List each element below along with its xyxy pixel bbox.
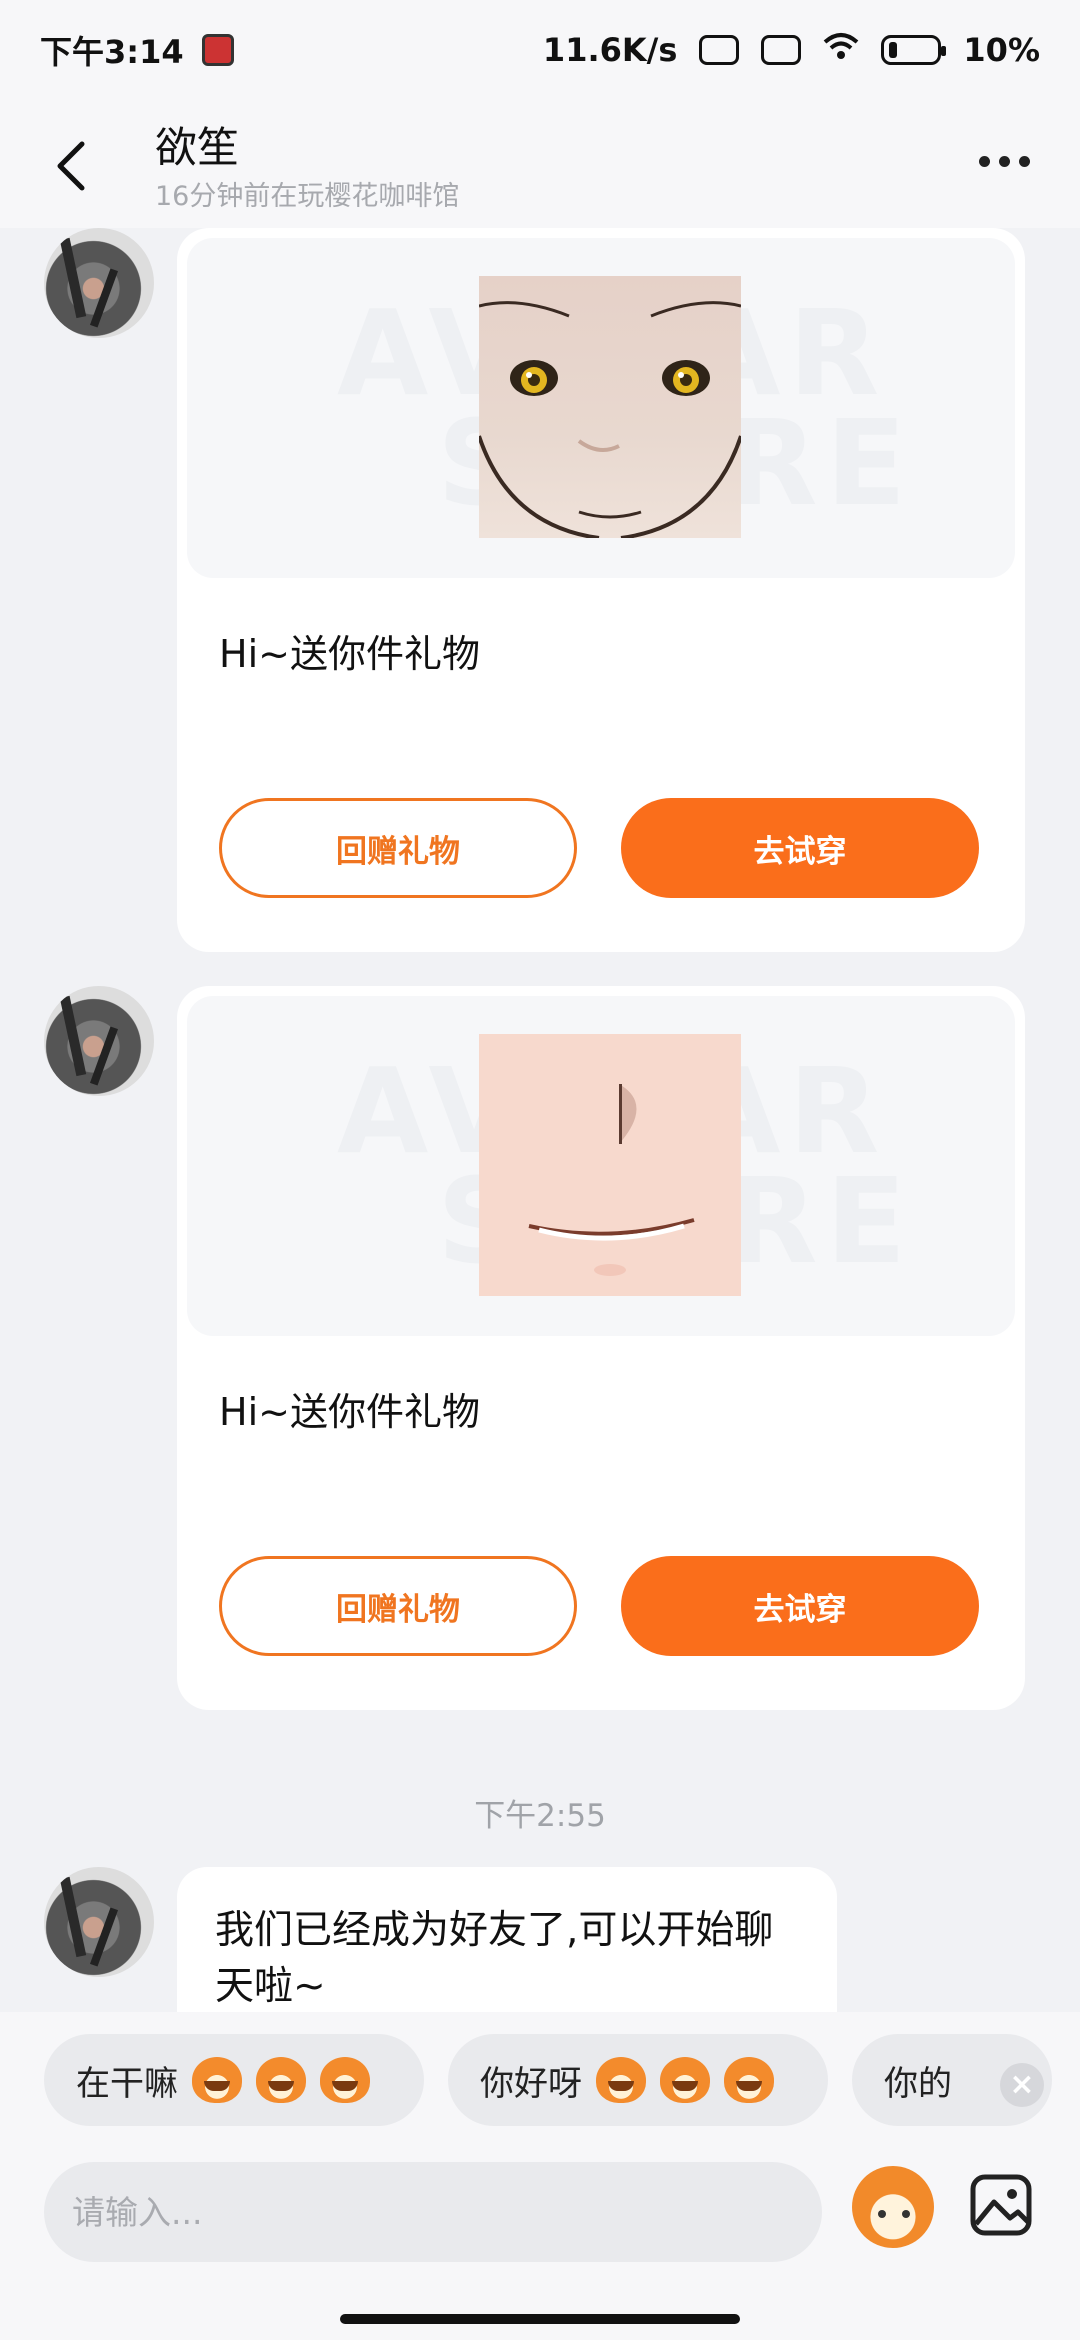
more-options-button[interactable] — [979, 156, 1030, 167]
input-bar — [0, 2152, 1080, 2340]
quick-reply-label: 你好呀 — [480, 2063, 582, 2104]
emoji-mascot-button[interactable] — [852, 2166, 934, 2248]
app-notification-icon — [201, 34, 234, 66]
close-quick-replies-button[interactable]: × — [1000, 2063, 1044, 2107]
try-on-button[interactable]: 去试穿 — [621, 798, 979, 898]
quick-reply-chip[interactable]: 在干嘛 — [44, 2034, 424, 2126]
image-icon — [970, 2174, 1032, 2236]
gift-message: Hi~送你件礼物 — [219, 632, 480, 676]
chevron-left-icon — [57, 141, 85, 191]
text-message-bubble: 我们已经成为好友了,可以开始聊天啦~ — [177, 1867, 837, 2017]
avatar[interactable] — [44, 228, 154, 338]
emoji-icon — [256, 2057, 306, 2103]
battery-icon — [881, 35, 947, 65]
quick-reply-chip[interactable]: 你好呀 — [448, 2034, 828, 2126]
status-time: 下午3:14 — [40, 33, 184, 71]
try-on-button[interactable]: 去试穿 — [621, 1556, 979, 1656]
avatar[interactable] — [44, 1867, 154, 1977]
avatar[interactable] — [44, 986, 154, 1096]
quick-reply-bar: 在干嘛 你好呀 你的 × — [0, 2012, 1080, 2152]
message-input[interactable] — [44, 2162, 822, 2262]
emoji-icon — [596, 2057, 646, 2103]
home-indicator[interactable] — [340, 2314, 740, 2324]
image-picker-button[interactable] — [968, 2172, 1034, 2238]
emoji-icon — [320, 2057, 370, 2103]
emoji-icon — [192, 2057, 242, 2103]
emoji-icon — [660, 2057, 710, 2103]
battery-level: 10% — [963, 31, 1040, 69]
close-icon: × — [1009, 2067, 1035, 2102]
network-speed: 11.6K/s — [542, 31, 678, 69]
quick-reply-label: 你的 — [884, 2063, 952, 2104]
vibrate-icon — [699, 35, 740, 65]
gift-item-image — [477, 276, 743, 540]
quick-reply-label: 在干嘛 — [76, 2063, 178, 2104]
return-gift-button[interactable]: 回赠礼物 — [219, 1556, 577, 1656]
gift-message: Hi~送你件礼物 — [219, 1390, 480, 1434]
gift-image-area[interactable]: AVATARSTORE — [187, 996, 1015, 1336]
status-bar: 下午3:14 11.6K/s 10% — [0, 0, 1080, 100]
chat-header: 欲笙 16分钟前在玩樱花咖啡馆 — [0, 100, 1080, 228]
message-timestamp: 下午2:55 — [474, 1798, 606, 1834]
sim-icon — [761, 35, 802, 65]
gift-card: AVATARSTORE Hi~送你件礼物 回赠礼物 去试穿 — [177, 228, 1025, 952]
wifi-icon — [823, 30, 859, 70]
gift-item-image — [479, 1034, 741, 1296]
gift-card: AVATARSTORE Hi~送你件礼物 回赠礼物 去试穿 — [177, 986, 1025, 1710]
return-gift-button[interactable]: 回赠礼物 — [219, 798, 577, 898]
contact-name: 欲笙 — [155, 123, 240, 172]
back-button[interactable] — [48, 136, 92, 196]
gift-image-area[interactable]: AVATARSTORE — [187, 238, 1015, 578]
emoji-icon — [724, 2057, 774, 2103]
contact-status: 16分钟前在玩樱花咖啡馆 — [155, 181, 460, 212]
more-icon — [979, 156, 990, 167]
